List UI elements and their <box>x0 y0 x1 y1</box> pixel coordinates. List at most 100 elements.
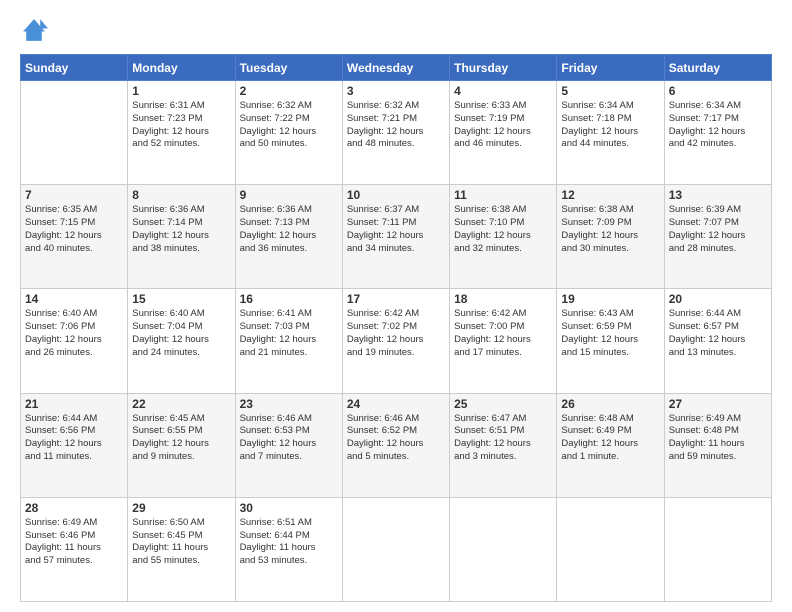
day-number: 27 <box>669 397 767 411</box>
calendar-row-1: 1 Sunrise: 6:31 AMSunset: 7:23 PMDaylight… <box>21 81 772 185</box>
day-number: 7 <box>25 188 123 202</box>
col-header-tuesday: Tuesday <box>235 55 342 81</box>
calendar-cell: 6 Sunrise: 6:34 AMSunset: 7:17 PMDaylight… <box>664 81 771 185</box>
calendar-cell: 8 Sunrise: 6:36 AMSunset: 7:14 PMDaylight… <box>128 185 235 289</box>
cell-info: Sunrise: 6:41 AMSunset: 7:03 PMDaylight:… <box>240 308 338 359</box>
calendar-row-4: 21 Sunrise: 6:44 AMSunset: 6:56 PMDayligh… <box>21 393 772 497</box>
day-number: 19 <box>561 292 659 306</box>
day-number: 13 <box>669 188 767 202</box>
logo <box>20 16 52 44</box>
day-number: 30 <box>240 501 338 515</box>
cell-info: Sunrise: 6:31 AMSunset: 7:23 PMDaylight:… <box>132 100 230 151</box>
day-number: 10 <box>347 188 445 202</box>
cell-info: Sunrise: 6:32 AMSunset: 7:21 PMDaylight:… <box>347 100 445 151</box>
day-number: 17 <box>347 292 445 306</box>
calendar-cell: 9 Sunrise: 6:36 AMSunset: 7:13 PMDaylight… <box>235 185 342 289</box>
calendar-cell: 3 Sunrise: 6:32 AMSunset: 7:21 PMDaylight… <box>342 81 449 185</box>
cell-info: Sunrise: 6:32 AMSunset: 7:22 PMDaylight:… <box>240 100 338 151</box>
day-number: 24 <box>347 397 445 411</box>
col-header-thursday: Thursday <box>450 55 557 81</box>
header <box>20 16 772 44</box>
cell-info: Sunrise: 6:50 AMSunset: 6:45 PMDaylight:… <box>132 517 230 568</box>
cell-info: Sunrise: 6:49 AMSunset: 6:48 PMDaylight:… <box>669 413 767 464</box>
cell-info: Sunrise: 6:37 AMSunset: 7:11 PMDaylight:… <box>347 204 445 255</box>
calendar-cell: 16 Sunrise: 6:41 AMSunset: 7:03 PMDayligh… <box>235 289 342 393</box>
day-number: 16 <box>240 292 338 306</box>
col-header-saturday: Saturday <box>664 55 771 81</box>
cell-info: Sunrise: 6:40 AMSunset: 7:04 PMDaylight:… <box>132 308 230 359</box>
calendar-cell: 20 Sunrise: 6:44 AMSunset: 6:57 PMDayligh… <box>664 289 771 393</box>
calendar-cell: 5 Sunrise: 6:34 AMSunset: 7:18 PMDaylight… <box>557 81 664 185</box>
col-header-wednesday: Wednesday <box>342 55 449 81</box>
day-number: 21 <box>25 397 123 411</box>
calendar-cell: 30 Sunrise: 6:51 AMSunset: 6:44 PMDayligh… <box>235 497 342 601</box>
col-header-friday: Friday <box>557 55 664 81</box>
page: SundayMondayTuesdayWednesdayThursdayFrid… <box>0 0 792 612</box>
calendar-cell: 22Sunrise: 6:45 AMSunset: 6:55 PMDayligh… <box>128 393 235 497</box>
calendar-cell: 21 Sunrise: 6:44 AMSunset: 6:56 PMDayligh… <box>21 393 128 497</box>
calendar-cell: 15 Sunrise: 6:40 AMSunset: 7:04 PMDayligh… <box>128 289 235 393</box>
calendar-cell <box>557 497 664 601</box>
cell-info: Sunrise: 6:47 AMSunset: 6:51 PMDaylight:… <box>454 413 552 464</box>
calendar-cell: 4 Sunrise: 6:33 AMSunset: 7:19 PMDaylight… <box>450 81 557 185</box>
cell-info: Sunrise: 6:39 AMSunset: 7:07 PMDaylight:… <box>669 204 767 255</box>
day-number: 4 <box>454 84 552 98</box>
day-number: 23 <box>240 397 338 411</box>
calendar-cell: 14 Sunrise: 6:40 AMSunset: 7:06 PMDayligh… <box>21 289 128 393</box>
calendar-cell <box>664 497 771 601</box>
cell-info: Sunrise: 6:43 AMSunset: 6:59 PMDaylight:… <box>561 308 659 359</box>
calendar-cell: 18 Sunrise: 6:42 AMSunset: 7:00 PMDayligh… <box>450 289 557 393</box>
day-number: 25 <box>454 397 552 411</box>
cell-info: Sunrise: 6:35 AMSunset: 7:15 PMDaylight:… <box>25 204 123 255</box>
cell-info: Sunrise: 6:33 AMSunset: 7:19 PMDaylight:… <box>454 100 552 151</box>
cell-info: Sunrise: 6:44 AMSunset: 6:57 PMDaylight:… <box>669 308 767 359</box>
day-number: 28 <box>25 501 123 515</box>
calendar-cell: 27 Sunrise: 6:49 AMSunset: 6:48 PMDayligh… <box>664 393 771 497</box>
day-number: 14 <box>25 292 123 306</box>
day-number: 15 <box>132 292 230 306</box>
day-number: 6 <box>669 84 767 98</box>
cell-info: Sunrise: 6:36 AMSunset: 7:13 PMDaylight:… <box>240 204 338 255</box>
day-number: 3 <box>347 84 445 98</box>
cell-info: Sunrise: 6:46 AMSunset: 6:53 PMDaylight:… <box>240 413 338 464</box>
day-number: 8 <box>132 188 230 202</box>
day-number: 18 <box>454 292 552 306</box>
col-header-monday: Monday <box>128 55 235 81</box>
header-row: SundayMondayTuesdayWednesdayThursdayFrid… <box>21 55 772 81</box>
cell-info: Sunrise: 6:51 AMSunset: 6:44 PMDaylight:… <box>240 517 338 568</box>
cell-info: Sunrise: 6:36 AMSunset: 7:14 PMDaylight:… <box>132 204 230 255</box>
day-number: 26 <box>561 397 659 411</box>
day-number: 11 <box>454 188 552 202</box>
calendar-cell: 13 Sunrise: 6:39 AMSunset: 7:07 PMDayligh… <box>664 185 771 289</box>
logo-icon <box>20 16 48 44</box>
calendar-cell: 28Sunrise: 6:49 AMSunset: 6:46 PMDayligh… <box>21 497 128 601</box>
day-number: 5 <box>561 84 659 98</box>
cell-info: Sunrise: 6:42 AMSunset: 7:00 PMDaylight:… <box>454 308 552 359</box>
cell-info: Sunrise: 6:40 AMSunset: 7:06 PMDaylight:… <box>25 308 123 359</box>
calendar-row-5: 28Sunrise: 6:49 AMSunset: 6:46 PMDayligh… <box>21 497 772 601</box>
calendar-cell: 1 Sunrise: 6:31 AMSunset: 7:23 PMDaylight… <box>128 81 235 185</box>
calendar-cell: 7 Sunrise: 6:35 AMSunset: 7:15 PMDaylight… <box>21 185 128 289</box>
calendar-cell: 23 Sunrise: 6:46 AMSunset: 6:53 PMDayligh… <box>235 393 342 497</box>
calendar-cell: 17 Sunrise: 6:42 AMSunset: 7:02 PMDayligh… <box>342 289 449 393</box>
calendar-cell: 25 Sunrise: 6:47 AMSunset: 6:51 PMDayligh… <box>450 393 557 497</box>
calendar-cell: 2Sunrise: 6:32 AMSunset: 7:22 PMDaylight… <box>235 81 342 185</box>
day-number: 20 <box>669 292 767 306</box>
calendar-row-3: 14 Sunrise: 6:40 AMSunset: 7:06 PMDayligh… <box>21 289 772 393</box>
cell-info: Sunrise: 6:34 AMSunset: 7:17 PMDaylight:… <box>669 100 767 151</box>
day-number: 12 <box>561 188 659 202</box>
cell-info: Sunrise: 6:48 AMSunset: 6:49 PMDaylight:… <box>561 413 659 464</box>
day-number: 22 <box>132 397 230 411</box>
calendar-cell: 24Sunrise: 6:46 AMSunset: 6:52 PMDayligh… <box>342 393 449 497</box>
cell-info: Sunrise: 6:44 AMSunset: 6:56 PMDaylight:… <box>25 413 123 464</box>
day-number: 1 <box>132 84 230 98</box>
cell-info: Sunrise: 6:42 AMSunset: 7:02 PMDaylight:… <box>347 308 445 359</box>
calendar-cell: 10 Sunrise: 6:37 AMSunset: 7:11 PMDayligh… <box>342 185 449 289</box>
col-header-sunday: Sunday <box>21 55 128 81</box>
calendar-cell <box>450 497 557 601</box>
calendar-cell: 26 Sunrise: 6:48 AMSunset: 6:49 PMDayligh… <box>557 393 664 497</box>
day-number: 9 <box>240 188 338 202</box>
calendar-table: SundayMondayTuesdayWednesdayThursdayFrid… <box>20 54 772 602</box>
calendar-cell: 11Sunrise: 6:38 AMSunset: 7:10 PMDayligh… <box>450 185 557 289</box>
cell-info: Sunrise: 6:34 AMSunset: 7:18 PMDaylight:… <box>561 100 659 151</box>
